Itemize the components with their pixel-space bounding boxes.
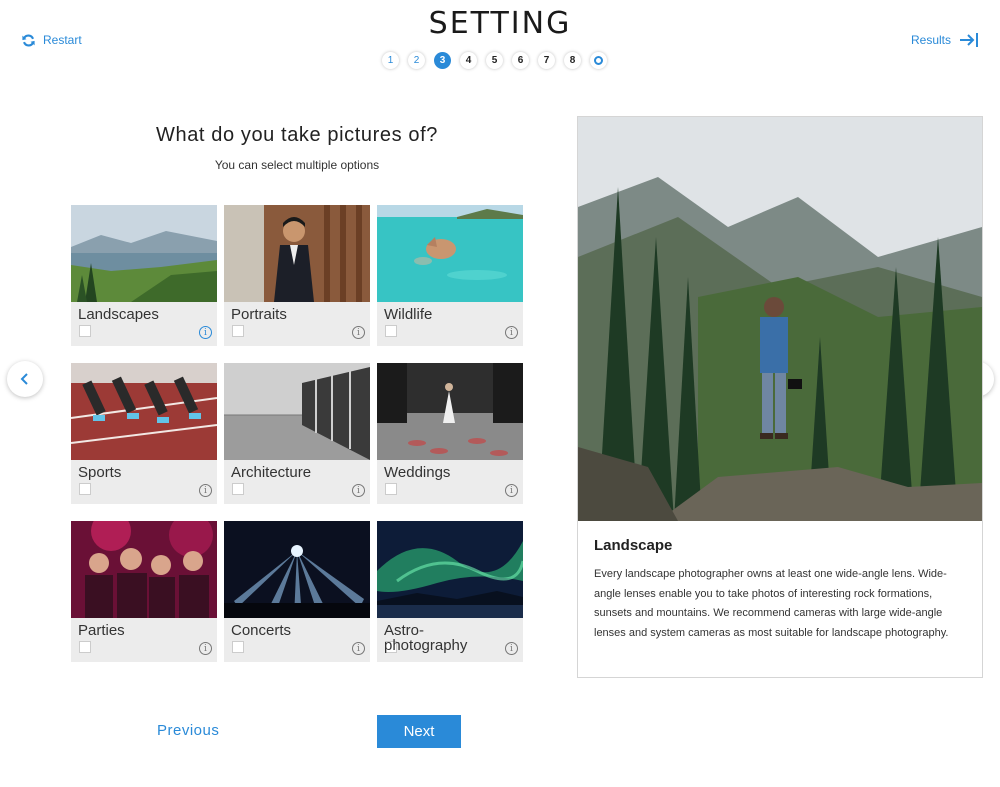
info-icon[interactable]: i [352, 642, 365, 655]
sports-checkbox[interactable] [79, 483, 91, 495]
option-label: Landscapes [78, 306, 159, 323]
question-title: What do you take pictures of? [156, 124, 438, 146]
sports-image [71, 363, 217, 460]
weddings-checkbox[interactable] [385, 483, 397, 495]
detail-panel: Landscape Every landscape photographer o… [577, 116, 983, 678]
concerts-checkbox[interactable] [232, 641, 244, 653]
info-icon[interactable]: i [505, 484, 518, 497]
results-button[interactable]: Results [911, 32, 979, 48]
previous-button[interactable]: Previous [157, 722, 219, 739]
option-label: Sports [78, 464, 122, 481]
option-landscapes[interactable]: Landscapes i [71, 205, 217, 346]
info-icon[interactable]: i [352, 326, 365, 339]
option-weddings[interactable]: Weddings i [377, 363, 523, 504]
option-label: Concerts [231, 622, 292, 639]
portraits-checkbox[interactable] [232, 325, 244, 337]
architecture-image [224, 363, 370, 460]
info-icon[interactable]: i [505, 642, 518, 655]
option-parties[interactable]: Parties i [71, 521, 217, 662]
info-icon[interactable]: i [199, 326, 212, 339]
ring-icon [594, 56, 603, 65]
option-architecture[interactable]: Architecture i [224, 363, 370, 504]
step-6[interactable]: 6 [512, 52, 529, 69]
weddings-image [377, 363, 523, 460]
detail-image [578, 117, 982, 521]
landscapes-image [71, 205, 217, 302]
option-label: Astro- photography [384, 622, 468, 654]
page-title: SETTING [428, 6, 572, 41]
concerts-image [224, 521, 370, 618]
step-2[interactable]: 2 [408, 52, 425, 69]
step-7[interactable]: 7 [538, 52, 555, 69]
chevron-left-icon [20, 373, 28, 385]
option-label: Wildlife [384, 306, 433, 323]
astrophotography-image [377, 521, 523, 618]
option-sports[interactable]: Sports i [71, 363, 217, 504]
wildlife-checkbox[interactable] [385, 325, 397, 337]
info-icon[interactable]: i [505, 326, 518, 339]
step-final[interactable] [590, 52, 607, 69]
parties-image [71, 521, 217, 618]
option-wildlife[interactable]: Wildlife i [377, 205, 523, 346]
option-label: Weddings [384, 464, 451, 481]
next-button[interactable]: Next [377, 715, 461, 748]
arrow-to-end-icon [960, 33, 978, 47]
carousel-prev-button[interactable] [7, 361, 43, 397]
info-icon[interactable]: i [352, 484, 365, 497]
detail-title: Landscape [594, 537, 673, 554]
step-5[interactable]: 5 [486, 52, 503, 69]
landscapes-checkbox[interactable] [79, 325, 91, 337]
wildlife-image [377, 205, 523, 302]
option-label: Architecture [231, 464, 312, 481]
info-icon[interactable]: i [199, 484, 212, 497]
step-1[interactable]: 1 [382, 52, 399, 69]
portraits-image [224, 205, 370, 302]
step-indicator: 1 2 3 4 5 6 7 8 [382, 52, 607, 69]
results-label: Results [910, 33, 951, 47]
step-3[interactable]: 3 [434, 52, 451, 69]
parties-checkbox[interactable] [79, 641, 91, 653]
option-concerts[interactable]: Concerts i [224, 521, 370, 662]
architecture-checkbox[interactable] [232, 483, 244, 495]
option-portraits[interactable]: Portraits i [224, 205, 370, 346]
options-grid: Landscapes i Portraits i Wildlife i Spor… [71, 205, 523, 662]
step-4[interactable]: 4 [460, 52, 477, 69]
step-8[interactable]: 8 [564, 52, 581, 69]
detail-description: Every landscape photographer owns at lea… [594, 568, 949, 639]
option-label: Parties [78, 622, 125, 639]
question-hint: You can select multiple options [214, 158, 380, 172]
info-icon[interactable]: i [199, 642, 212, 655]
option-astrophotography[interactable]: Astro- photography i [377, 521, 523, 662]
option-label: Portraits [231, 306, 287, 323]
